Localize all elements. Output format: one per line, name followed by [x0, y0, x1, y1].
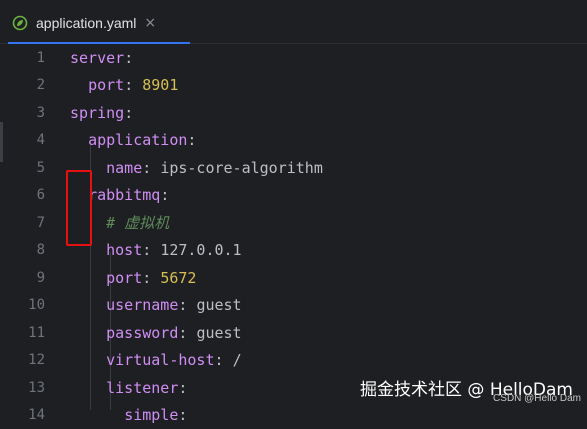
yaml-value: guest — [196, 323, 242, 342]
yaml-key: port — [88, 76, 125, 94]
yaml-value: ips-core-algorithm — [160, 158, 323, 177]
tab-application-yaml[interactable]: application.yaml × — [8, 6, 190, 40]
line-number: 6 — [36, 187, 45, 203]
yaml-key: password — [106, 323, 179, 342]
code-content: host: 127.0.0.1 — [70, 241, 242, 259]
yaml-separator: : — [142, 158, 161, 177]
code-content: username: guest — [70, 296, 242, 314]
yaml-separator: : — [142, 268, 161, 287]
yaml-comment: # 虚拟机 — [106, 214, 170, 232]
yaml-key: simple — [124, 406, 179, 424]
line-number: 11 — [28, 324, 45, 341]
code-line[interactable]: 12 virtual-host: / — [0, 347, 587, 374]
yaml-key: rabbitmq — [88, 186, 161, 204]
yaml-key: host — [106, 241, 143, 259]
spring-leaf-icon — [12, 15, 28, 31]
yaml-separator: : — [187, 131, 197, 149]
code-line[interactable]: 10 username: guest — [0, 292, 587, 319]
yaml-separator: : — [142, 241, 161, 259]
code-content: server: — [70, 49, 133, 67]
yaml-separator: : — [124, 103, 134, 122]
code-line[interactable]: 3 spring: — [0, 99, 587, 126]
yaml-separator: : — [124, 48, 134, 67]
yaml-key: application — [88, 131, 188, 149]
line-number: 5 — [36, 159, 45, 176]
code-content: name: ips-core-algorithm — [70, 159, 323, 177]
line-number: 8 — [36, 242, 45, 258]
yaml-value: 8901 — [142, 76, 179, 94]
code-line[interactable]: 2 port: 8901 — [0, 72, 587, 99]
yaml-key: listener — [106, 378, 179, 397]
yaml-separator: : — [178, 378, 188, 397]
code-line[interactable]: 4 application: — [0, 127, 587, 154]
code-content: simple: — [70, 406, 187, 424]
yaml-value: 127.0.0.1 — [160, 241, 242, 259]
line-number: 1 — [36, 49, 45, 66]
line-number: 7 — [36, 214, 45, 231]
line-number: 10 — [28, 297, 45, 313]
code-content: port: 5672 — [70, 269, 196, 287]
editor-tab-bar: application.yaml × — [0, 0, 587, 44]
line-number: 3 — [36, 104, 45, 121]
code-line[interactable]: 14 simple: — [0, 402, 587, 429]
yaml-separator: : — [124, 76, 143, 94]
code-content: spring: — [70, 104, 133, 122]
line-number: 12 — [28, 352, 45, 368]
yaml-value: / — [232, 351, 242, 369]
yaml-key: port — [106, 268, 143, 287]
yaml-value: 5672 — [160, 268, 197, 287]
code-line[interactable]: 9 port: 5672 — [0, 264, 587, 291]
code-content: password: guest — [70, 323, 242, 342]
code-line[interactable]: 11 password: guest — [0, 319, 587, 346]
code-content: application: — [70, 131, 196, 149]
code-content: listener: — [70, 379, 187, 397]
yaml-key: virtual-host — [106, 351, 215, 369]
line-number: 2 — [36, 77, 45, 93]
code-editor[interactable]: 1 server: 2 port: 8901 3 spring: 4 applicatio… — [0, 44, 587, 424]
yaml-separator: : — [160, 186, 170, 204]
yaml-separator: : — [178, 296, 197, 314]
csdn-watermark: CSDN @Hello Dam — [493, 393, 581, 404]
yaml-key: spring — [70, 103, 125, 122]
yaml-separator: : — [178, 323, 197, 342]
code-line[interactable]: 1 server: — [0, 44, 587, 71]
annotation-highlight-box — [66, 170, 92, 246]
yaml-key: username — [106, 296, 179, 314]
yaml-key: server — [70, 48, 125, 67]
line-number: 4 — [36, 132, 45, 148]
yaml-separator: : — [178, 406, 188, 424]
yaml-key: name — [106, 158, 143, 177]
close-icon[interactable]: × — [144, 15, 156, 31]
code-content: virtual-host: / — [70, 351, 242, 369]
line-number: 13 — [28, 379, 45, 396]
yaml-separator: : — [214, 351, 233, 369]
tab-title: application.yaml — [36, 15, 137, 31]
code-content: port: 8901 — [70, 76, 178, 94]
yaml-value: guest — [196, 296, 242, 314]
line-number: 9 — [36, 269, 45, 286]
line-number: 14 — [28, 407, 45, 423]
